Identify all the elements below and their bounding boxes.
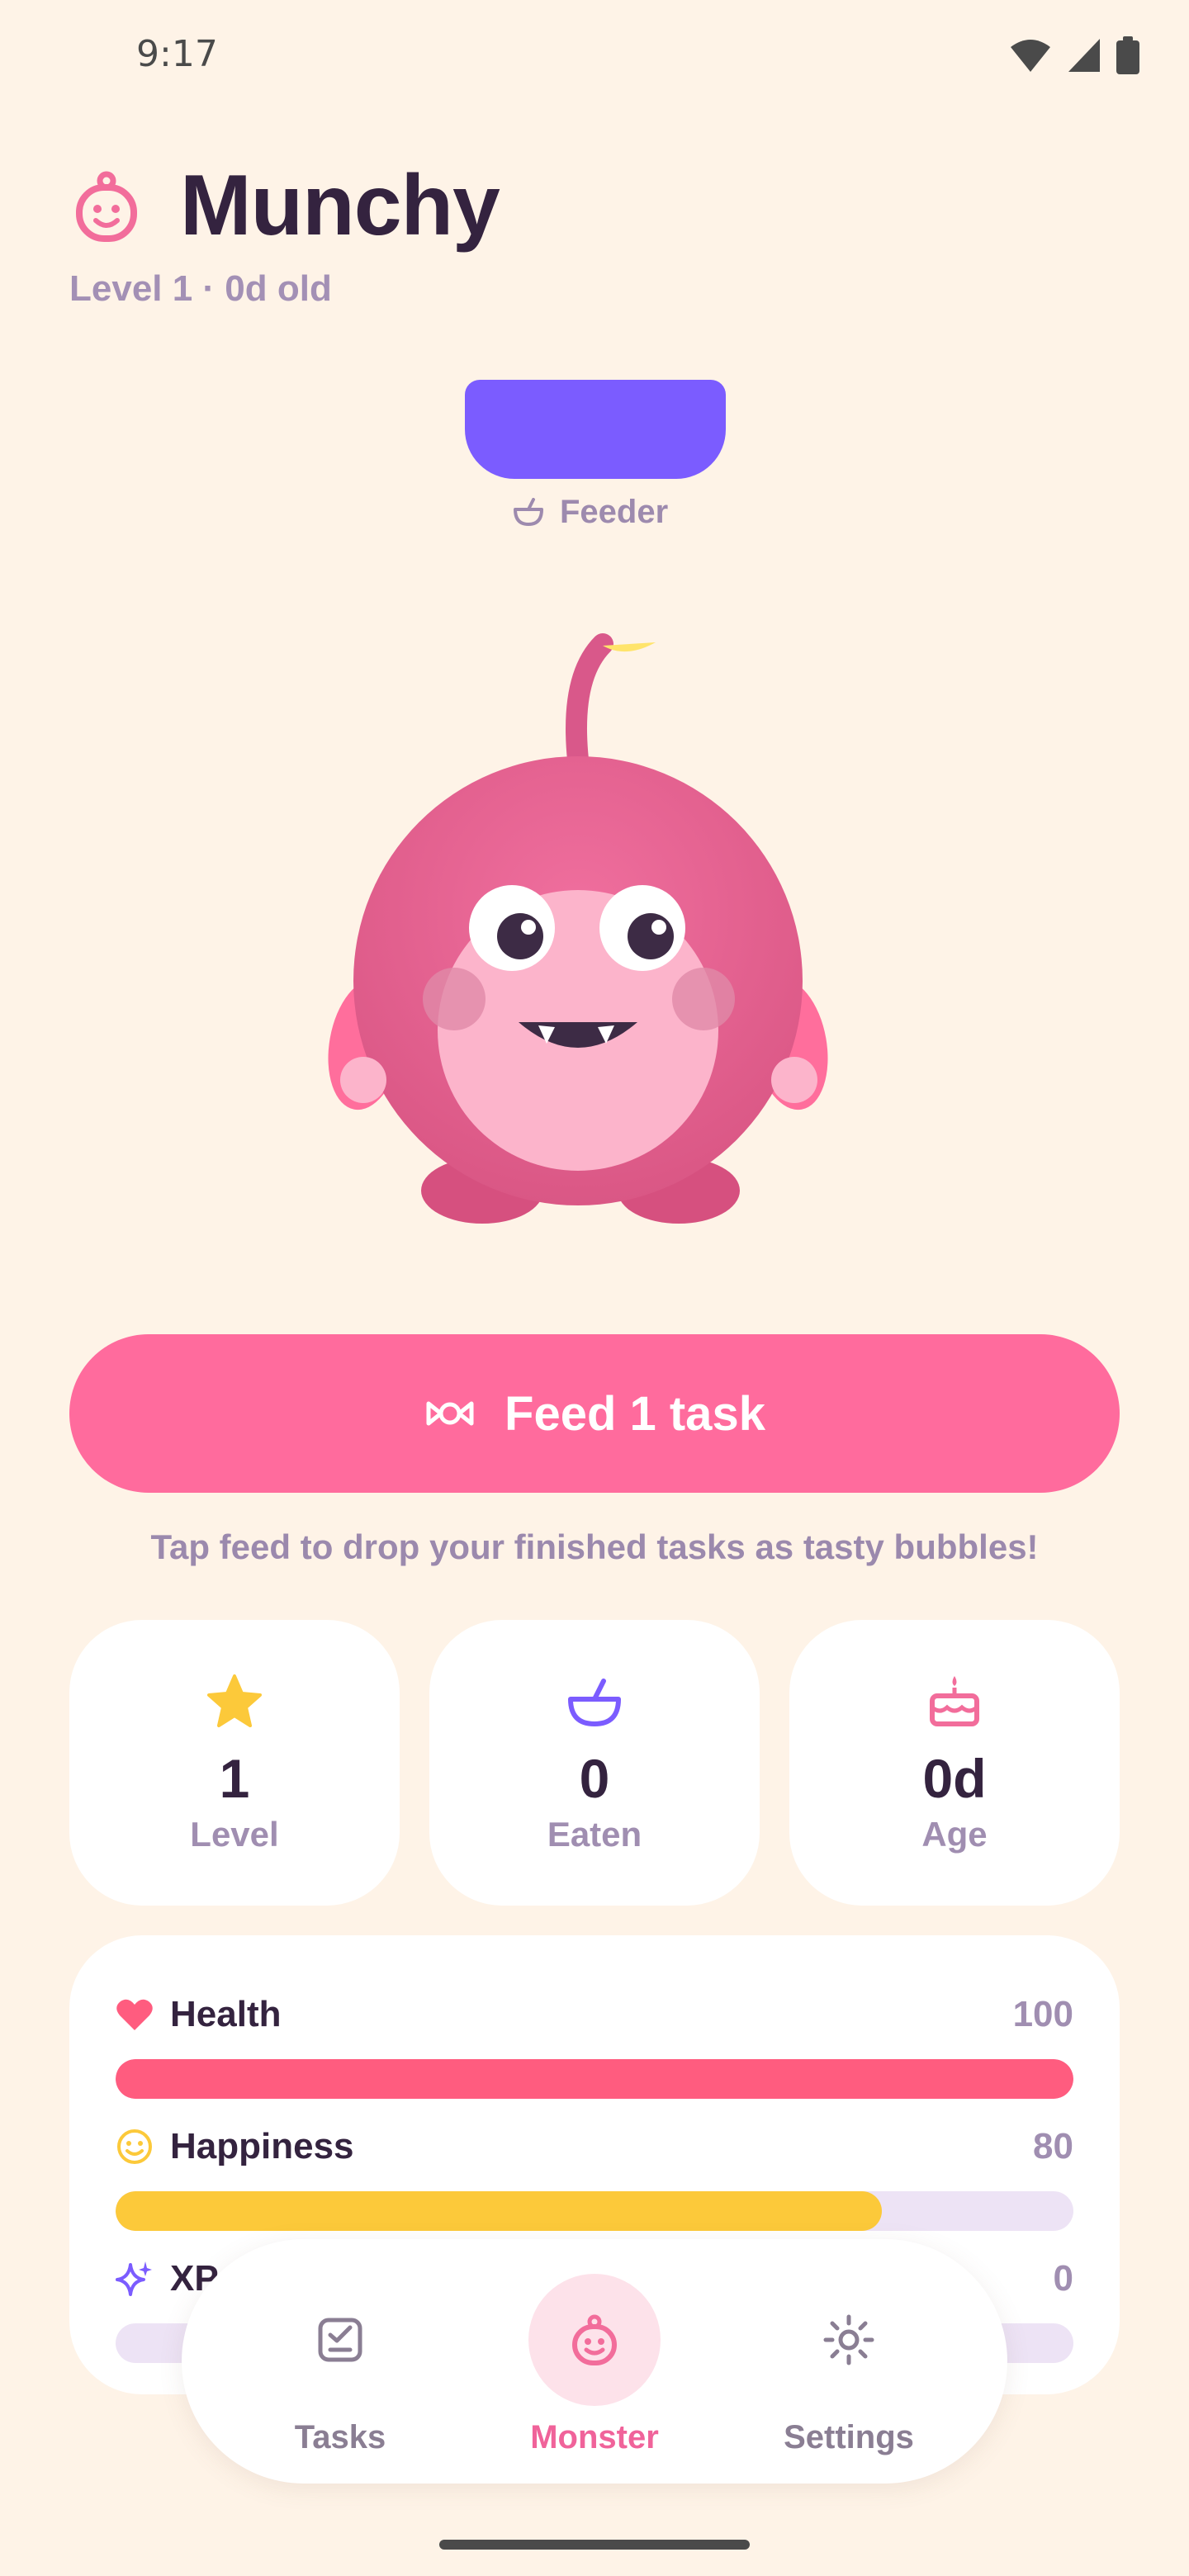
stat-label: Age	[921, 1815, 988, 1854]
stat-card-age: 0d Age	[789, 1620, 1120, 1906]
settings-icon	[823, 2314, 874, 2365]
meter-health: Health 100	[116, 1990, 1073, 2099]
health-bar-fill	[116, 2059, 1073, 2099]
stat-label: Eaten	[547, 1815, 642, 1854]
stat-value: 1	[219, 1748, 250, 1809]
stat-label: Level	[190, 1815, 279, 1854]
meter-name: Happiness	[170, 2126, 354, 2166]
feeder-bowl[interactable]	[465, 380, 726, 479]
heart-icon	[116, 1999, 153, 2030]
feed-button-label: Feed 1 task	[504, 1386, 765, 1441]
happiness-bar-fill	[116, 2191, 882, 2231]
nav-item-settings[interactable]: Settings	[766, 2274, 931, 2456]
page-title: Munchy	[180, 158, 500, 253]
monster-face-icon	[76, 171, 137, 242]
star-icon	[207, 1674, 262, 1727]
feeder-label-text: Feeder	[560, 494, 669, 530]
feed-button[interactable]: Feed 1 task	[69, 1334, 1120, 1493]
status-time: 9:17	[136, 33, 218, 75]
nav-item-monster[interactable]: Monster	[512, 2274, 677, 2456]
feed-hint: Tap feed to drop your finished tasks as …	[150, 1527, 1039, 1566]
bowl-icon	[568, 1679, 621, 1726]
nav-label: Tasks	[294, 2419, 386, 2455]
stat-card-eaten: 0 Eaten	[429, 1620, 760, 1906]
tasks-icon	[318, 2318, 362, 2362]
nav-label: Monster	[530, 2419, 659, 2455]
signal-icon	[1068, 39, 1100, 72]
nav-item-tasks[interactable]: Tasks	[258, 2274, 423, 2456]
home-indicator[interactable]	[439, 2540, 750, 2550]
meter-value: 100	[1012, 1994, 1073, 2034]
page-subtitle: Level 1 · 0d old	[69, 268, 332, 309]
header: Munchy Level 1 · 0d old	[69, 157, 1060, 310]
meter-value: 80	[1033, 2126, 1073, 2166]
meter-track	[116, 2191, 1073, 2231]
monster-icon	[572, 2314, 617, 2365]
candy-icon	[426, 1401, 474, 1426]
status-bar: 9:17	[0, 0, 1189, 116]
nav-label: Settings	[784, 2419, 914, 2455]
battery-icon	[1116, 36, 1139, 74]
meter-name: Health	[170, 1994, 282, 2034]
feeder-label: Feeder	[512, 494, 668, 531]
stat-card-level: 1 Level	[69, 1620, 400, 1906]
wifi-icon	[1011, 40, 1050, 72]
meter-value: 0	[1053, 2258, 1073, 2299]
sparkle-icon	[116, 2261, 152, 2296]
monster-character[interactable]	[322, 627, 834, 1238]
bottom-nav: Tasks Monster Settings	[182, 2239, 1007, 2484]
stat-value: 0d	[922, 1748, 987, 1809]
meter-track	[116, 2059, 1073, 2099]
status-icons	[1009, 36, 1139, 74]
smile-icon	[117, 2129, 152, 2164]
stat-value: 0	[579, 1748, 610, 1809]
meter-happiness: Happiness 80	[116, 2122, 1073, 2231]
cake-icon	[930, 1676, 979, 1726]
bowl-icon	[514, 497, 543, 526]
